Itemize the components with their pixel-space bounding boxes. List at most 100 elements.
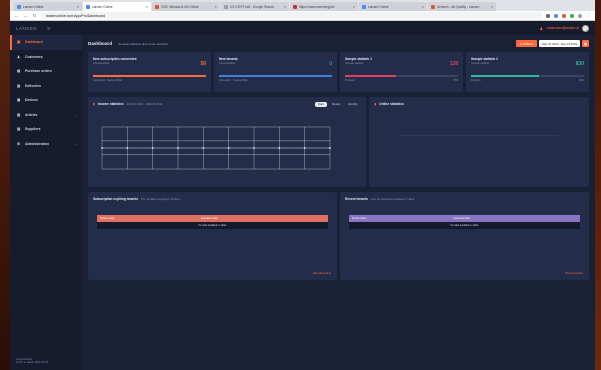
tab-label: Lansen Online xyxy=(368,4,389,9)
back-icon[interactable]: ← xyxy=(14,13,19,18)
close-icon[interactable]: ✕ xyxy=(352,5,355,9)
url-field[interactable]: lansenonline.com/App/Pro/Dashboard xyxy=(41,12,542,19)
sidebar-footer: LansenOnline v2.0.0 ● master 2022-04-03 xyxy=(16,358,48,365)
col-latest-date[interactable]: Latest last date xyxy=(453,217,470,220)
refresh-button[interactable]: ↻ Refresh xyxy=(515,40,538,47)
data-point[interactable] xyxy=(202,147,205,149)
data-point[interactable] xyxy=(278,147,281,149)
stat-card: New subscription connected Connected/ok … xyxy=(88,52,211,92)
tab-label: CSS: Window 8.05.0 Wide xyxy=(161,4,199,9)
col-tenant-name[interactable]: Tenant name xyxy=(352,217,366,220)
close-icon[interactable]: ✕ xyxy=(145,5,148,9)
col-tenant-name[interactable]: Tenant name xyxy=(100,217,114,220)
calendar-icon[interactable]: ▦ xyxy=(582,40,589,47)
browser-tab[interactable]: Lansen Online ✕ xyxy=(14,2,82,11)
income-title-text: Income statistics xyxy=(97,102,124,106)
extension-icon[interactable] xyxy=(570,13,574,18)
stat-footer: Connection · Devices/Total xyxy=(93,79,206,82)
profile-icon[interactable] xyxy=(578,13,582,18)
data-point[interactable] xyxy=(227,147,230,149)
favicon-icon xyxy=(17,4,21,9)
reload-icon[interactable]: ↻ xyxy=(32,13,37,19)
browser-tab[interactable]: Lansen Online ✕ xyxy=(359,2,427,11)
dashboard-icon: ▦ xyxy=(17,40,21,45)
recent-table: Tenant name Latest last date No data ava… xyxy=(349,215,580,229)
close-icon[interactable]: ✕ xyxy=(76,5,79,9)
browser-tab[interactable]: https://www.cssenergy/rd ✕ xyxy=(290,2,358,11)
user-icon[interactable]: ♟ xyxy=(540,26,544,31)
data-point[interactable] xyxy=(101,147,103,149)
sidebar-item-customers[interactable]: ♟ Customers xyxy=(10,50,82,65)
period-pill-weekly[interactable]: Weekly xyxy=(329,102,343,107)
stat-subtitle: Sample statistic xyxy=(471,62,490,65)
stat-progress-bar xyxy=(93,75,206,77)
logo: LANSEN xyxy=(16,25,38,31)
stat-foot-right: 75% xyxy=(453,79,458,82)
forward-icon[interactable]: → xyxy=(23,13,28,18)
app-root: LANSEN ☰ ▦ Dashboard ♟ Customers ▤ Purch… xyxy=(10,21,595,370)
sidebar-item-administration[interactable]: ⚙ Administration › xyxy=(10,137,82,152)
income-panel: ▮ Income statistics 2022-04-2022 - 2022-… xyxy=(88,97,367,187)
date-range-input[interactable]: May 04 2022 - May 24 2022 xyxy=(539,40,580,47)
data-point[interactable] xyxy=(253,147,255,149)
users-icon: ♟ xyxy=(17,54,21,59)
extension-icon[interactable] xyxy=(554,13,558,18)
online-panel: ▮ Online statistics xyxy=(369,97,589,187)
kebab-menu-icon[interactable]: ⋮ xyxy=(586,13,591,19)
stat-progress-bar xyxy=(471,75,584,77)
bookmark-icon[interactable] xyxy=(546,13,550,18)
recent-sub: Last 10 customers registered 7 days xyxy=(370,197,415,201)
data-point[interactable] xyxy=(303,147,306,149)
favicon-icon xyxy=(362,4,366,9)
data-point[interactable] xyxy=(126,147,129,149)
tab-label: Sensors - Air Quality - Lansen xyxy=(437,4,480,9)
sidebar-item-label: Customers xyxy=(25,54,43,59)
chart-icon: ▮ xyxy=(93,102,95,106)
stat-title: Sample statistic 1 xyxy=(345,57,372,61)
period-pill-monthly[interactable]: Monthly xyxy=(345,102,360,107)
truck-icon: ▥ xyxy=(17,83,21,88)
stat-value: 50 xyxy=(200,61,206,67)
chart-icon: ▮ xyxy=(374,102,377,106)
view-all-link[interactable]: View all tenants xyxy=(313,272,331,275)
view-all-link[interactable]: View all tenants xyxy=(565,272,583,275)
gear-icon: ⚙ xyxy=(17,141,21,146)
stat-progress-fill xyxy=(345,75,396,77)
sidebar-item-purchase-orders[interactable]: ▤ Purchase orders xyxy=(10,64,82,79)
close-icon[interactable]: ✕ xyxy=(214,5,217,9)
box-icon: ▧ xyxy=(17,112,21,117)
address-bar: ← → ↻ lansenonline.com/App/Pro/Dashboard… xyxy=(10,11,595,21)
tab-label: https://www.cssenergy/rd xyxy=(299,4,335,9)
header-actions: ↻ Refresh May 04 2022 - May 24 2022 ▦ xyxy=(515,40,589,47)
sidebar-item-label: Administration xyxy=(25,141,49,146)
stat-progress-fill xyxy=(93,75,206,77)
browser-tab[interactable]: Lansen Online ✕ xyxy=(83,2,151,11)
sidebar-item-suppliers[interactable]: ▨ Suppliers xyxy=(10,122,82,137)
sidebar-item-label: Articles xyxy=(25,112,38,117)
user-email[interactable]: l.anbrosan@lansen.ai xyxy=(546,26,579,30)
col-expiration-date[interactable]: Expiration date xyxy=(201,217,218,220)
tab-label: CS ICEPT/ndt - Google Search xyxy=(230,4,275,9)
data-point[interactable] xyxy=(177,147,179,149)
close-icon[interactable]: ✕ xyxy=(283,5,286,9)
favicon-icon xyxy=(155,4,159,9)
browser-tab[interactable]: CS ICEPT/ndt - Google Search ✕ xyxy=(221,2,289,11)
device-icon: ▣ xyxy=(17,98,21,103)
sidebar-item-deliveries[interactable]: ▥ Deliveries xyxy=(10,79,82,94)
close-icon[interactable]: ✕ xyxy=(490,5,493,9)
avatar[interactable] xyxy=(582,24,589,32)
close-icon[interactable]: ✕ xyxy=(421,5,424,9)
sidebar-item-dashboard[interactable]: ▦ Dashboard xyxy=(10,35,82,50)
extension-icon[interactable] xyxy=(562,13,566,18)
period-pill-daily[interactable]: Daily xyxy=(315,102,327,107)
data-point[interactable] xyxy=(329,147,331,149)
data-point[interactable] xyxy=(151,147,154,149)
stat-subtitle: Connected/ok xyxy=(219,62,236,65)
sidebar-item-devices[interactable]: ▣ Devices xyxy=(10,93,82,108)
stat-card: Sample statistic 2 Sample statistic 830 … xyxy=(466,52,589,92)
menu-icon[interactable]: ☰ xyxy=(47,26,51,31)
stat-value: 830 xyxy=(575,61,584,67)
browser-tab[interactable]: Sensors - Air Quality - Lansen ✕ xyxy=(428,2,496,11)
browser-tab[interactable]: CSS: Window 8.05.0 Wide ✕ xyxy=(152,2,220,11)
sidebar-item-articles[interactable]: ▧ Articles › xyxy=(10,108,82,123)
